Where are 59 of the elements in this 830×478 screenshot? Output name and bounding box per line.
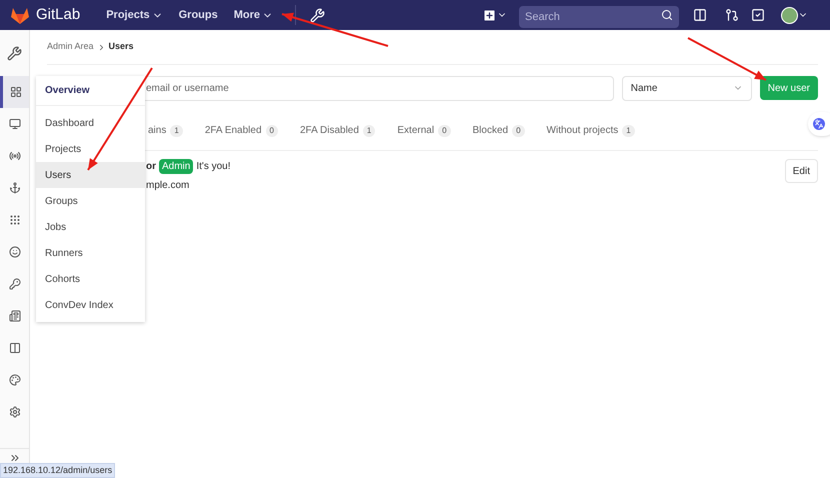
- flyout-item[interactable]: Users: [36, 162, 145, 188]
- nav-link[interactable]: Projects: [106, 6, 163, 24]
- anchor-icon: [8, 182, 20, 194]
- translate-icon: [813, 118, 825, 130]
- newspaper-icon: [8, 310, 20, 322]
- settings-icon: [8, 406, 20, 418]
- you-note: It's you!: [196, 160, 231, 174]
- wrench-icon[interactable]: [310, 8, 326, 22]
- user-name[interactable]: or: [146, 159, 156, 174]
- breadcrumb-current: Users: [108, 40, 134, 54]
- palette-icon: [8, 374, 20, 386]
- status-bar: 192.168.10.12/admin/users: [0, 463, 116, 478]
- filter-tab[interactable]: ains 1: [148, 123, 183, 138]
- filter-tab[interactable]: Without projects 1: [546, 123, 635, 138]
- count-badge: 1: [622, 124, 635, 136]
- count-badge: 1: [362, 124, 376, 136]
- user-email: mple.com: [146, 179, 190, 193]
- brand-name[interactable]: GitLab: [36, 4, 80, 26]
- panels-icon: [8, 342, 20, 354]
- merge-request-icon[interactable]: [725, 8, 739, 22]
- search-icon: [661, 9, 673, 21]
- wrench-icon: [7, 46, 22, 60]
- floating-translate-button[interactable]: [808, 112, 830, 136]
- flyout-item[interactable]: ConvDev Index: [36, 292, 145, 318]
- filter-tab[interactable]: Blocked 0: [472, 123, 525, 138]
- flyout-item[interactable]: Dashboard: [36, 110, 145, 136]
- panels-icon[interactable]: [693, 8, 707, 22]
- todo-icon[interactable]: [751, 8, 765, 22]
- count-badge: 0: [438, 124, 451, 136]
- dots-grid-icon: [8, 214, 20, 226]
- flyout-item[interactable]: Cohorts: [36, 266, 145, 292]
- search-field[interactable]: Search: [519, 6, 679, 28]
- count-badge: 0: [266, 124, 278, 136]
- flyout-title: Overview: [36, 76, 145, 106]
- key-icon: [8, 278, 20, 290]
- nav-link[interactable]: Groups: [178, 6, 218, 24]
- sort-dropdown[interactable]: Name: [622, 76, 752, 100]
- filter-tab[interactable]: 2FA Disabled 1: [300, 123, 376, 138]
- sidebar-item[interactable]: [0, 76, 29, 108]
- nav-link[interactable]: More: [234, 6, 274, 24]
- count-badge: 1: [170, 124, 183, 136]
- collapse-icon[interactable]: [8, 452, 20, 464]
- filter-tab[interactable]: External 0: [397, 123, 451, 138]
- fox-logo-icon: [10, 6, 30, 24]
- filter-tab[interactable]: 2FA Enabled 0: [204, 123, 278, 138]
- avatar[interactable]: [781, 6, 798, 24]
- edit-button[interactable]: Edit: [784, 159, 818, 183]
- admin-badge: Admin: [159, 159, 194, 174]
- flyout-item[interactable]: Groups: [36, 188, 145, 214]
- broadcast-icon: [8, 150, 20, 162]
- plus-icon[interactable]: [482, 8, 497, 22]
- breadcrumb-link[interactable]: Admin Area: [47, 40, 94, 54]
- flyout-item[interactable]: Runners: [36, 240, 145, 266]
- count-badge: 0: [512, 124, 525, 136]
- flyout-item[interactable]: Jobs: [36, 214, 145, 240]
- smiley-icon: [8, 246, 20, 258]
- monitor-icon: [8, 118, 20, 130]
- flyout-item[interactable]: Projects: [36, 136, 145, 162]
- grid-icon: [10, 86, 22, 98]
